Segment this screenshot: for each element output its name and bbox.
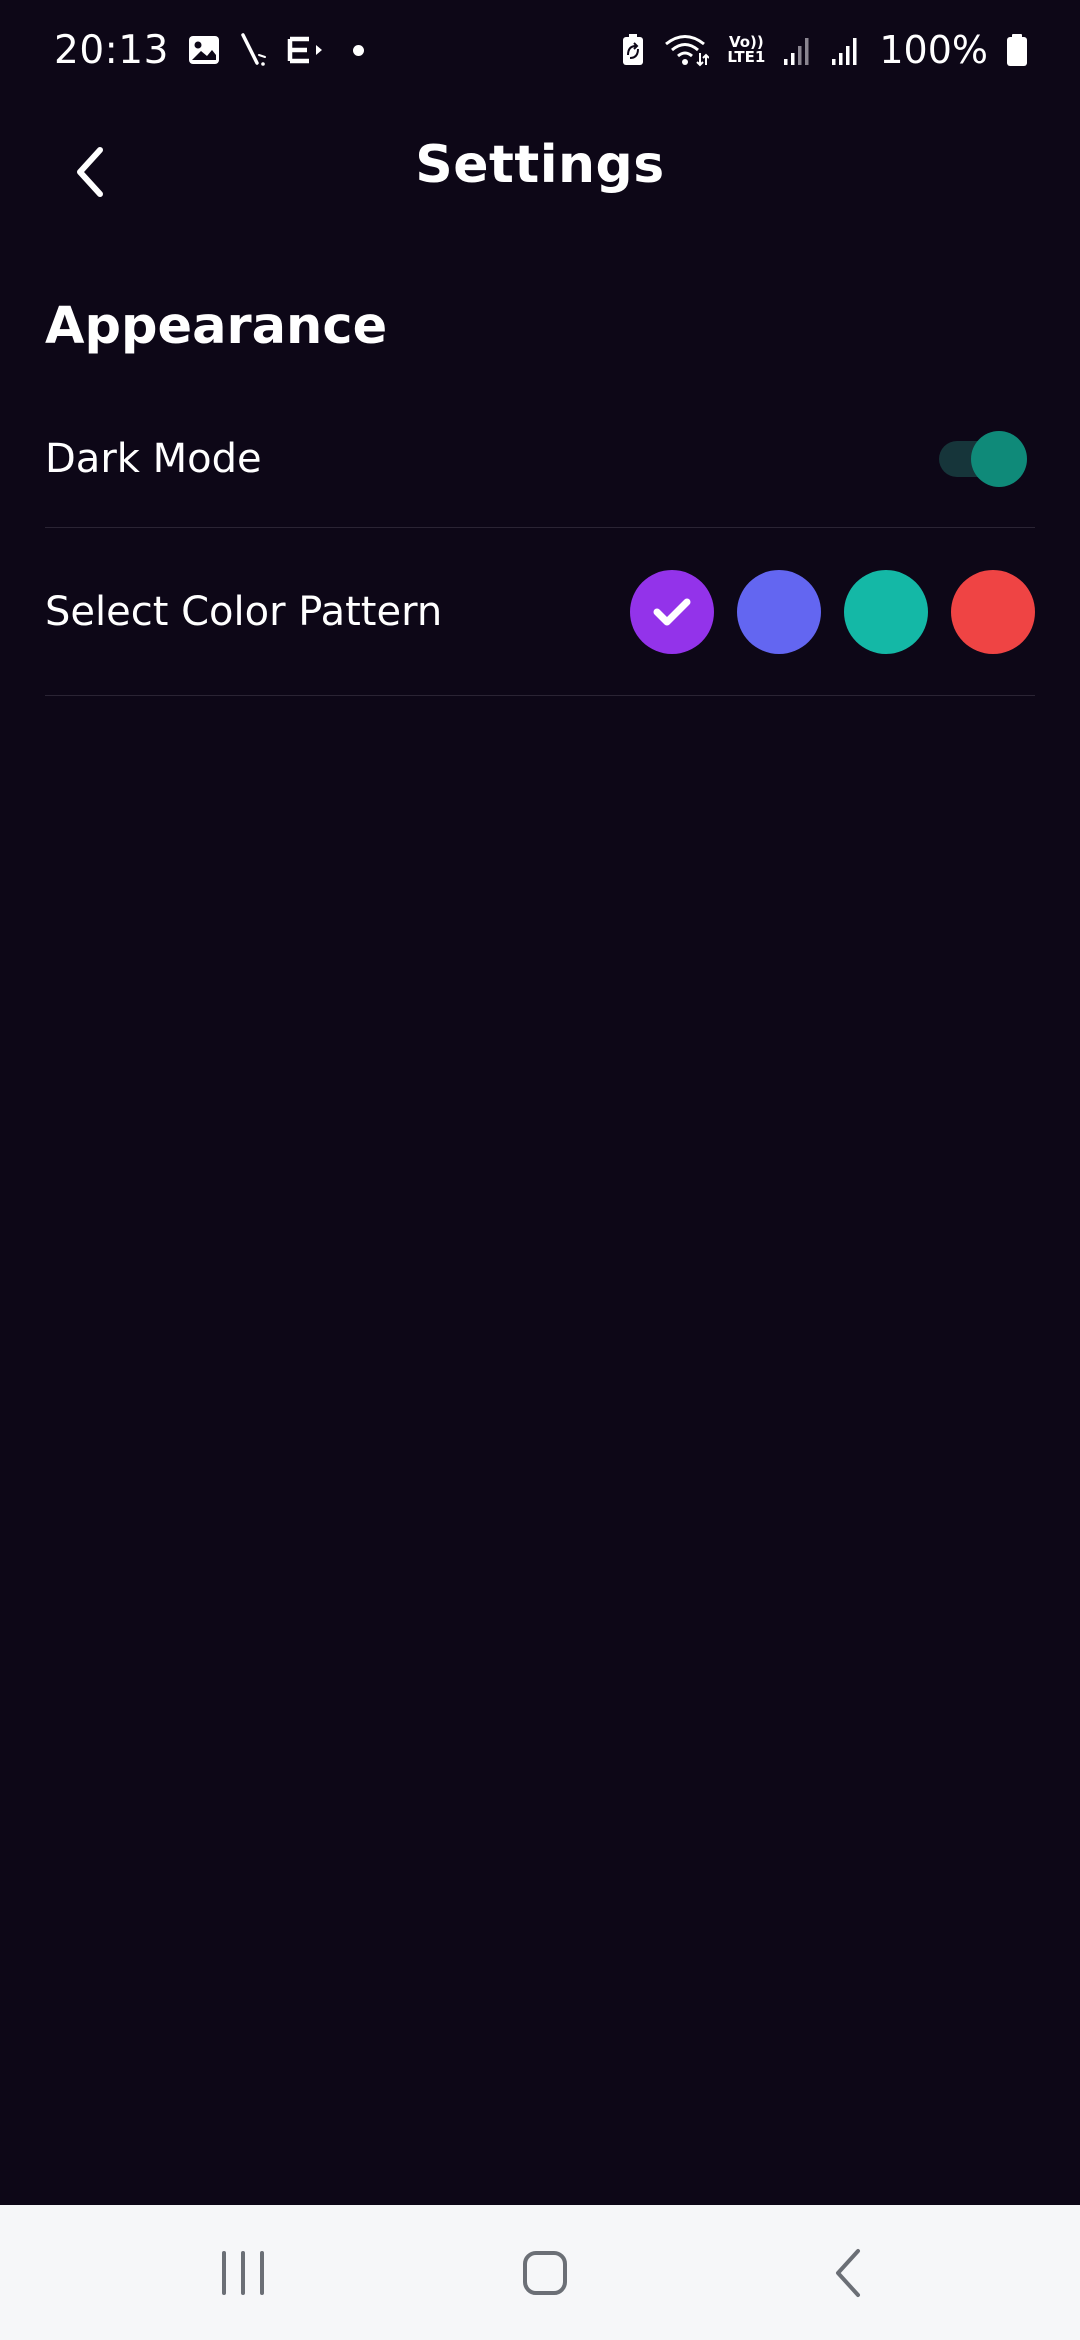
home-icon (523, 2251, 567, 2295)
battery-saver-icon (621, 33, 645, 67)
system-nav-bar (0, 2205, 1080, 2340)
toggle-thumb (971, 430, 1027, 487)
back-icon (836, 2249, 860, 2297)
wifi-icon (663, 33, 710, 67)
nav-back-button[interactable] (803, 2235, 893, 2311)
color-pattern-row: Select Color Pattern (45, 528, 1035, 696)
status-bar: 20:13 Vo)) LTE1 100% (0, 0, 1080, 100)
color-swatch-teal[interactable] (844, 569, 928, 654)
pen-icon (239, 32, 269, 68)
battery-percent: 100% (879, 28, 988, 72)
e-app-icon (287, 35, 327, 65)
color-pattern-label: Select Color Pattern (45, 588, 443, 635)
battery-icon (1006, 33, 1028, 67)
color-swatch-red[interactable] (951, 569, 1035, 654)
page-title: Settings (415, 135, 665, 195)
settings-screen: 20:13 Vo)) LTE1 100% Settings Appearance… (0, 0, 1080, 2340)
status-right: Vo)) LTE1 100% (621, 28, 1028, 72)
lte-bottom-label: LTE1 (727, 48, 766, 66)
dark-mode-row: Dark Mode (45, 390, 1035, 528)
section-title-appearance: Appearance (45, 297, 388, 356)
app-header: Settings (0, 110, 1080, 220)
image-icon (187, 33, 221, 67)
signal-icon (783, 34, 813, 66)
recents-button[interactable] (198, 2235, 288, 2311)
color-swatches (630, 569, 1035, 654)
lte-icon: Vo)) LTE1 (727, 35, 765, 65)
color-swatch-indigo[interactable] (737, 569, 821, 654)
signal-icon (831, 34, 861, 66)
recents-icon (222, 2251, 264, 2295)
dot-icon (352, 44, 364, 56)
check-icon (653, 598, 691, 625)
dark-mode-label: Dark Mode (45, 435, 262, 482)
home-button[interactable] (500, 2235, 590, 2311)
status-time: 20:13 (54, 27, 169, 73)
dark-mode-toggle[interactable] (935, 430, 1027, 487)
color-swatch-purple[interactable] (630, 569, 714, 654)
status-left: 20:13 (54, 28, 364, 73)
